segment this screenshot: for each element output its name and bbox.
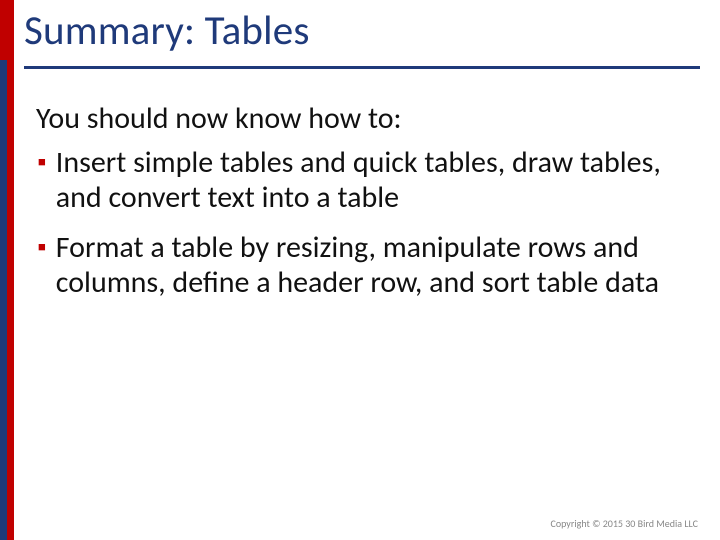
slide-title: Summary: Tables <box>24 6 700 56</box>
intro-text: You should now know how to: <box>36 100 690 137</box>
bullet-text: Format a table by resizing, manipulate r… <box>56 230 690 301</box>
square-bullet-icon: ▪ <box>38 145 46 179</box>
bullet-item: ▪ Format a table by resizing, manipulate… <box>36 230 690 301</box>
bullet-item: ▪ Insert simple tables and quick tables,… <box>36 145 690 216</box>
copyright-footer: Copyright © 2015 30 Bird Media LLC <box>551 517 699 530</box>
slide-body: You should now know how to: ▪ Insert sim… <box>36 100 690 315</box>
slide-title-block: Summary: Tables <box>24 6 700 69</box>
bullet-text: Insert simple tables and quick tables, d… <box>56 145 690 216</box>
square-bullet-icon: ▪ <box>38 230 46 264</box>
left-accent-stripe-navy <box>0 60 7 540</box>
